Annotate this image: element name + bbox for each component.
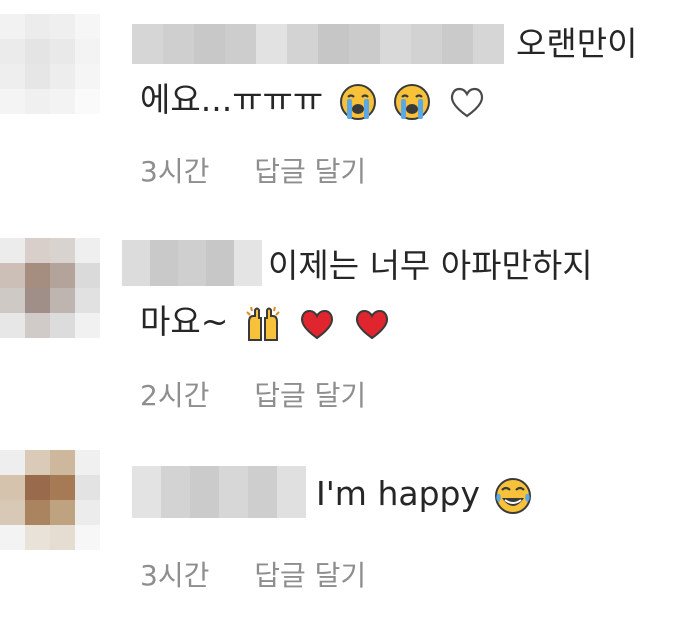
raising-hands-icon bbox=[243, 304, 283, 344]
comment-text-line: 오랜만이 bbox=[516, 24, 638, 63]
tears-of-joy-face-icon bbox=[493, 476, 533, 516]
comment-meta: 2시간 답글 달기 bbox=[140, 374, 366, 414]
comment-text: 이제는 너무 아파만하지 마요~ bbox=[140, 238, 593, 350]
loudly-crying-face-icon bbox=[392, 82, 432, 122]
reply-button[interactable]: 답글 달기 bbox=[254, 559, 366, 592]
comment-timestamp: 2시간 bbox=[140, 379, 210, 412]
comment-meta: 3시간 답글 달기 bbox=[140, 150, 366, 190]
red-heart-icon bbox=[352, 304, 392, 344]
white-heart-icon bbox=[447, 82, 487, 122]
red-heart-icon bbox=[297, 304, 337, 344]
avatar[interactable] bbox=[0, 450, 100, 550]
comment-timestamp: 3시간 bbox=[140, 155, 210, 188]
comment-text-line: 마요~ bbox=[140, 302, 229, 341]
reply-button[interactable]: 답글 달기 bbox=[254, 155, 366, 188]
comment-text: I'm happy bbox=[140, 466, 533, 522]
loudly-crying-face-icon bbox=[338, 82, 378, 122]
comment-timestamp: 3시간 bbox=[140, 559, 210, 592]
comment-text-line: I'm happy bbox=[316, 474, 481, 513]
comment-meta: 3시간 답글 달기 bbox=[140, 554, 366, 594]
comment-text-line: 이제는 너무 아파만하지 bbox=[268, 246, 593, 285]
comment-text: 오랜만이 에요...ㅠㅠㅠ bbox=[140, 16, 637, 128]
comment-text-line: 에요...ㅠㅠㅠ bbox=[140, 80, 324, 119]
avatar[interactable] bbox=[0, 238, 100, 338]
avatar[interactable] bbox=[0, 14, 100, 114]
reply-button[interactable]: 답글 달기 bbox=[254, 379, 366, 412]
